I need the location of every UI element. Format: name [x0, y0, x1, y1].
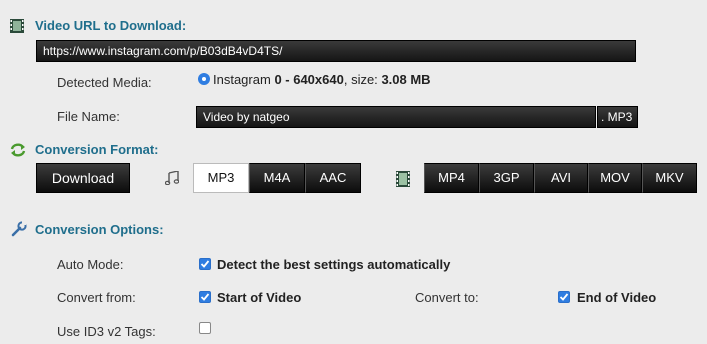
convert-to-label: Convert to: — [415, 290, 479, 305]
convert-from-text: Start of Video — [217, 290, 302, 305]
convert-from-label: Convert from: — [57, 290, 136, 305]
conversion-format-title: Conversion Format: — [35, 142, 159, 157]
format-mp4-button[interactable]: MP4 — [424, 163, 479, 193]
file-extension: . MP3 — [597, 106, 638, 128]
auto-mode-checkbox[interactable] — [199, 258, 211, 270]
music-note-icon — [164, 170, 180, 190]
format-mkv-button[interactable]: MKV — [642, 163, 697, 193]
media-source: Instagram — [213, 72, 271, 87]
video-format-group: MP4 3GP AVI MOV MKV — [424, 163, 697, 193]
format-m4a-button[interactable]: M4A — [249, 163, 305, 193]
detected-media-label: Detected Media: — [57, 75, 152, 90]
media-radio[interactable] — [198, 73, 210, 85]
format-aac-button[interactable]: AAC — [305, 163, 361, 193]
format-avi-button[interactable]: AVI — [534, 163, 588, 193]
auto-mode-label: Auto Mode: — [57, 257, 124, 272]
refresh-icon — [10, 143, 26, 162]
media-size: 3.08 MB — [381, 72, 431, 87]
conversion-options-title: Conversion Options: — [35, 222, 164, 237]
video-film-icon — [396, 171, 410, 192]
file-name-input[interactable]: Video by natgeo — [196, 106, 596, 128]
format-mov-button[interactable]: MOV — [588, 163, 642, 193]
id3-tags-checkbox[interactable] — [199, 322, 211, 334]
download-button[interactable]: Download — [36, 163, 130, 193]
format-mp3-button[interactable]: MP3 — [193, 163, 249, 193]
auto-mode-text: Detect the best settings automatically — [217, 257, 451, 272]
media-resolution: 0 - 640x640 — [274, 72, 344, 87]
media-size-prefix: , size: — [343, 72, 378, 87]
id3-tags-label: Use ID3 v2 Tags: — [57, 324, 156, 339]
format-3gp-button[interactable]: 3GP — [479, 163, 534, 193]
file-name-label: File Name: — [57, 109, 120, 124]
convert-to-checkbox[interactable] — [558, 291, 570, 303]
video-url-input[interactable]: https://www.instagram.com/p/B03dB4vD4TS/ — [36, 40, 636, 62]
detected-media-info: Instagram 0 - 640x640, size: 3.08 MB — [213, 72, 431, 87]
convert-from-checkbox[interactable] — [199, 291, 211, 303]
convert-to-text: End of Video — [577, 290, 657, 305]
film-strip-icon — [10, 19, 24, 38]
audio-format-group: MP3 M4A AAC — [193, 163, 361, 193]
video-url-title: Video URL to Download: — [35, 18, 187, 33]
wrench-icon — [11, 221, 27, 242]
